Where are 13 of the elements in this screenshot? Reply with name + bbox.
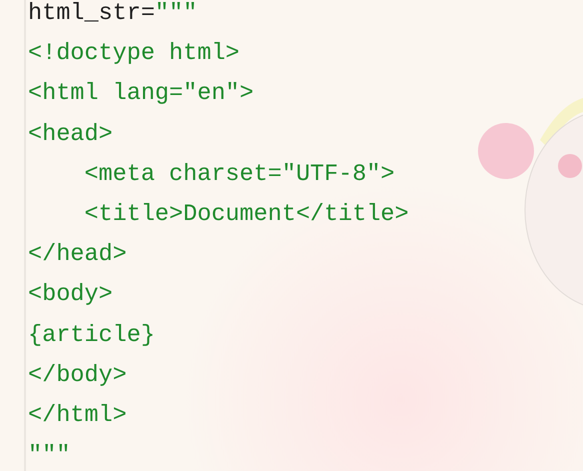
code-line: <meta charset="UTF-8">: [83, 160, 396, 190]
code-line: <html lang="en">: [28, 79, 255, 110]
code-line: </head>: [28, 240, 128, 270]
code-line: </html>: [28, 400, 128, 431]
code-line: """: [28, 441, 72, 471]
code-line: </body>: [28, 360, 128, 391]
code-line: <!doctype html>: [28, 39, 241, 70]
code-line: <body>: [28, 280, 114, 310]
code-line: {article}: [28, 320, 156, 350]
code-token: html_str=: [28, 0, 155, 27]
code-line: <head>: [28, 120, 114, 150]
code-line: <title>Document</title>: [83, 200, 410, 230]
string-token: """: [154, 0, 198, 27]
